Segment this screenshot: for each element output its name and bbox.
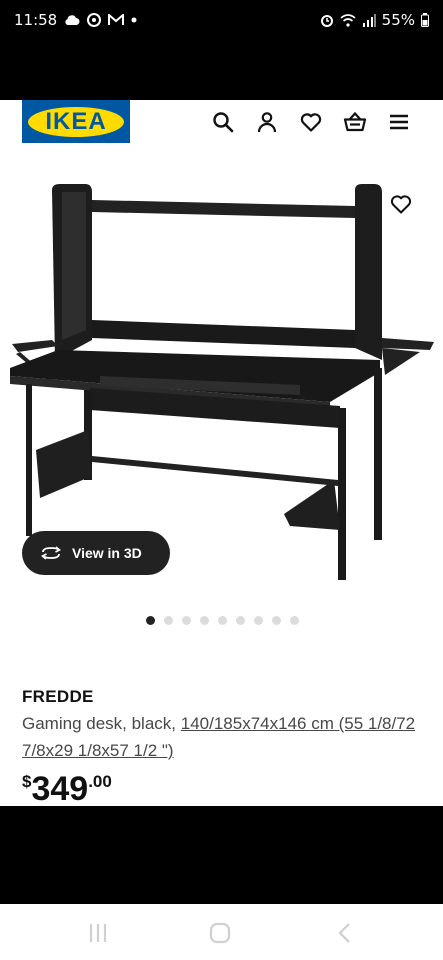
alarm-icon (320, 13, 334, 27)
signal-icon (362, 13, 376, 27)
logo-text: IKEA (45, 107, 107, 135)
heart-icon[interactable] (299, 110, 323, 134)
product-name: FREDDE (22, 687, 94, 706)
product-page: IKEA View in 3D FREDDE Gaming desk, blac… (0, 100, 443, 809)
gaming-desk-illustration (10, 184, 434, 580)
product-price: $349.00 (22, 770, 112, 809)
dot-icon (131, 17, 137, 23)
view-in-3d-label: View in 3D (72, 545, 142, 561)
android-nav-bar (0, 904, 443, 960)
favourite-heart-icon[interactable] (389, 192, 413, 216)
gallery-dot[interactable] (290, 616, 299, 625)
gallery-dot[interactable] (200, 616, 209, 625)
product-description: Gaming desk, black, 140/185x74x146 cm (5… (22, 710, 422, 764)
product-type-text: Gaming desk, black, (22, 714, 181, 733)
search-icon[interactable] (211, 110, 235, 134)
ikea-logo[interactable]: IKEA (22, 100, 130, 143)
gallery-dot[interactable] (218, 616, 227, 625)
menu-icon[interactable] (387, 110, 411, 134)
gallery-dot[interactable] (272, 616, 281, 625)
back-button[interactable] (334, 922, 358, 944)
user-icon[interactable] (255, 110, 279, 134)
status-right: 55% (320, 11, 429, 29)
battery-icon (421, 13, 429, 27)
bluesky-icon (87, 13, 102, 27)
cloud-icon (64, 14, 80, 26)
gallery-dot[interactable] (164, 616, 173, 625)
gmail-icon (108, 14, 125, 26)
gallery-pagination (146, 616, 299, 625)
rotate-3d-icon (40, 546, 62, 560)
product-image[interactable] (0, 180, 443, 585)
gallery-dot[interactable] (182, 616, 191, 625)
shopping-basket-icon[interactable] (343, 110, 367, 134)
gallery-dot[interactable] (236, 616, 245, 625)
site-header: IKEA (0, 100, 443, 148)
gallery-dot[interactable] (146, 616, 155, 625)
status-left: 11:58 (14, 11, 137, 29)
gallery-dot[interactable] (254, 616, 263, 625)
status-bar: 11:58 55% (0, 0, 443, 40)
price-currency-symbol: $ (22, 772, 32, 791)
battery-percent: 55% (381, 11, 415, 29)
view-in-3d-button[interactable]: View in 3D (22, 531, 170, 575)
price-integer: 349 (31, 770, 89, 808)
status-time: 11:58 (14, 11, 58, 29)
logo-oval: IKEA (28, 106, 124, 137)
price-decimal: .00 (88, 772, 112, 791)
recents-button[interactable] (86, 922, 110, 944)
wifi-icon (340, 13, 356, 27)
home-button[interactable] (208, 922, 232, 944)
